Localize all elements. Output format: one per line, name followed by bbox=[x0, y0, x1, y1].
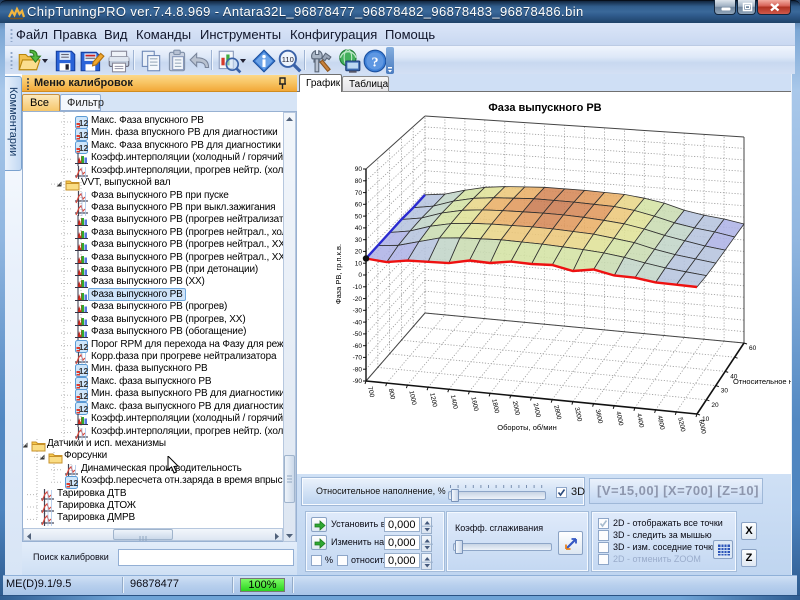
svg-text:60: 60 bbox=[749, 345, 757, 352]
svg-text:-20: -20 bbox=[353, 296, 363, 303]
svg-text:60: 60 bbox=[355, 202, 363, 209]
svg-text:-60: -60 bbox=[353, 343, 363, 350]
svg-text:?: ? bbox=[371, 54, 378, 70]
svg-text:80: 80 bbox=[355, 178, 363, 185]
svg-text:Обороты, об/мин: Обороты, об/мин bbox=[497, 423, 557, 432]
svg-text:-90: -90 bbox=[353, 378, 363, 385]
svg-text:20: 20 bbox=[711, 402, 719, 409]
svg-text:-30: -30 bbox=[353, 308, 363, 315]
svg-text:50: 50 bbox=[355, 213, 363, 220]
svg-text:20: 20 bbox=[355, 249, 363, 256]
svg-text:-70: -70 bbox=[353, 355, 363, 362]
svg-text:110: 110 bbox=[282, 55, 294, 64]
svg-text:Относительное наполнение: Относительное наполнение bbox=[733, 377, 791, 386]
svg-text:-40: -40 bbox=[353, 319, 363, 326]
svg-text:40: 40 bbox=[355, 225, 363, 232]
svg-text:0: 0 bbox=[358, 272, 362, 279]
svg-text:-50: -50 bbox=[353, 331, 363, 338]
svg-text:30: 30 bbox=[721, 388, 729, 395]
svg-text:-80: -80 bbox=[353, 366, 363, 373]
svg-text:10: 10 bbox=[355, 260, 363, 267]
svg-text:-10: -10 bbox=[353, 284, 363, 291]
svg-text:90: 90 bbox=[355, 166, 363, 173]
svg-text:70: 70 bbox=[355, 190, 363, 197]
svg-text:Фаза выпускного РВ: Фаза выпускного РВ bbox=[488, 102, 601, 114]
svg-text:30: 30 bbox=[355, 237, 363, 244]
svg-text:Фаза РВ, гр.п.к.в.: Фаза РВ, гр.п.к.в. bbox=[334, 244, 343, 304]
svg-text:10: 10 bbox=[702, 416, 710, 423]
